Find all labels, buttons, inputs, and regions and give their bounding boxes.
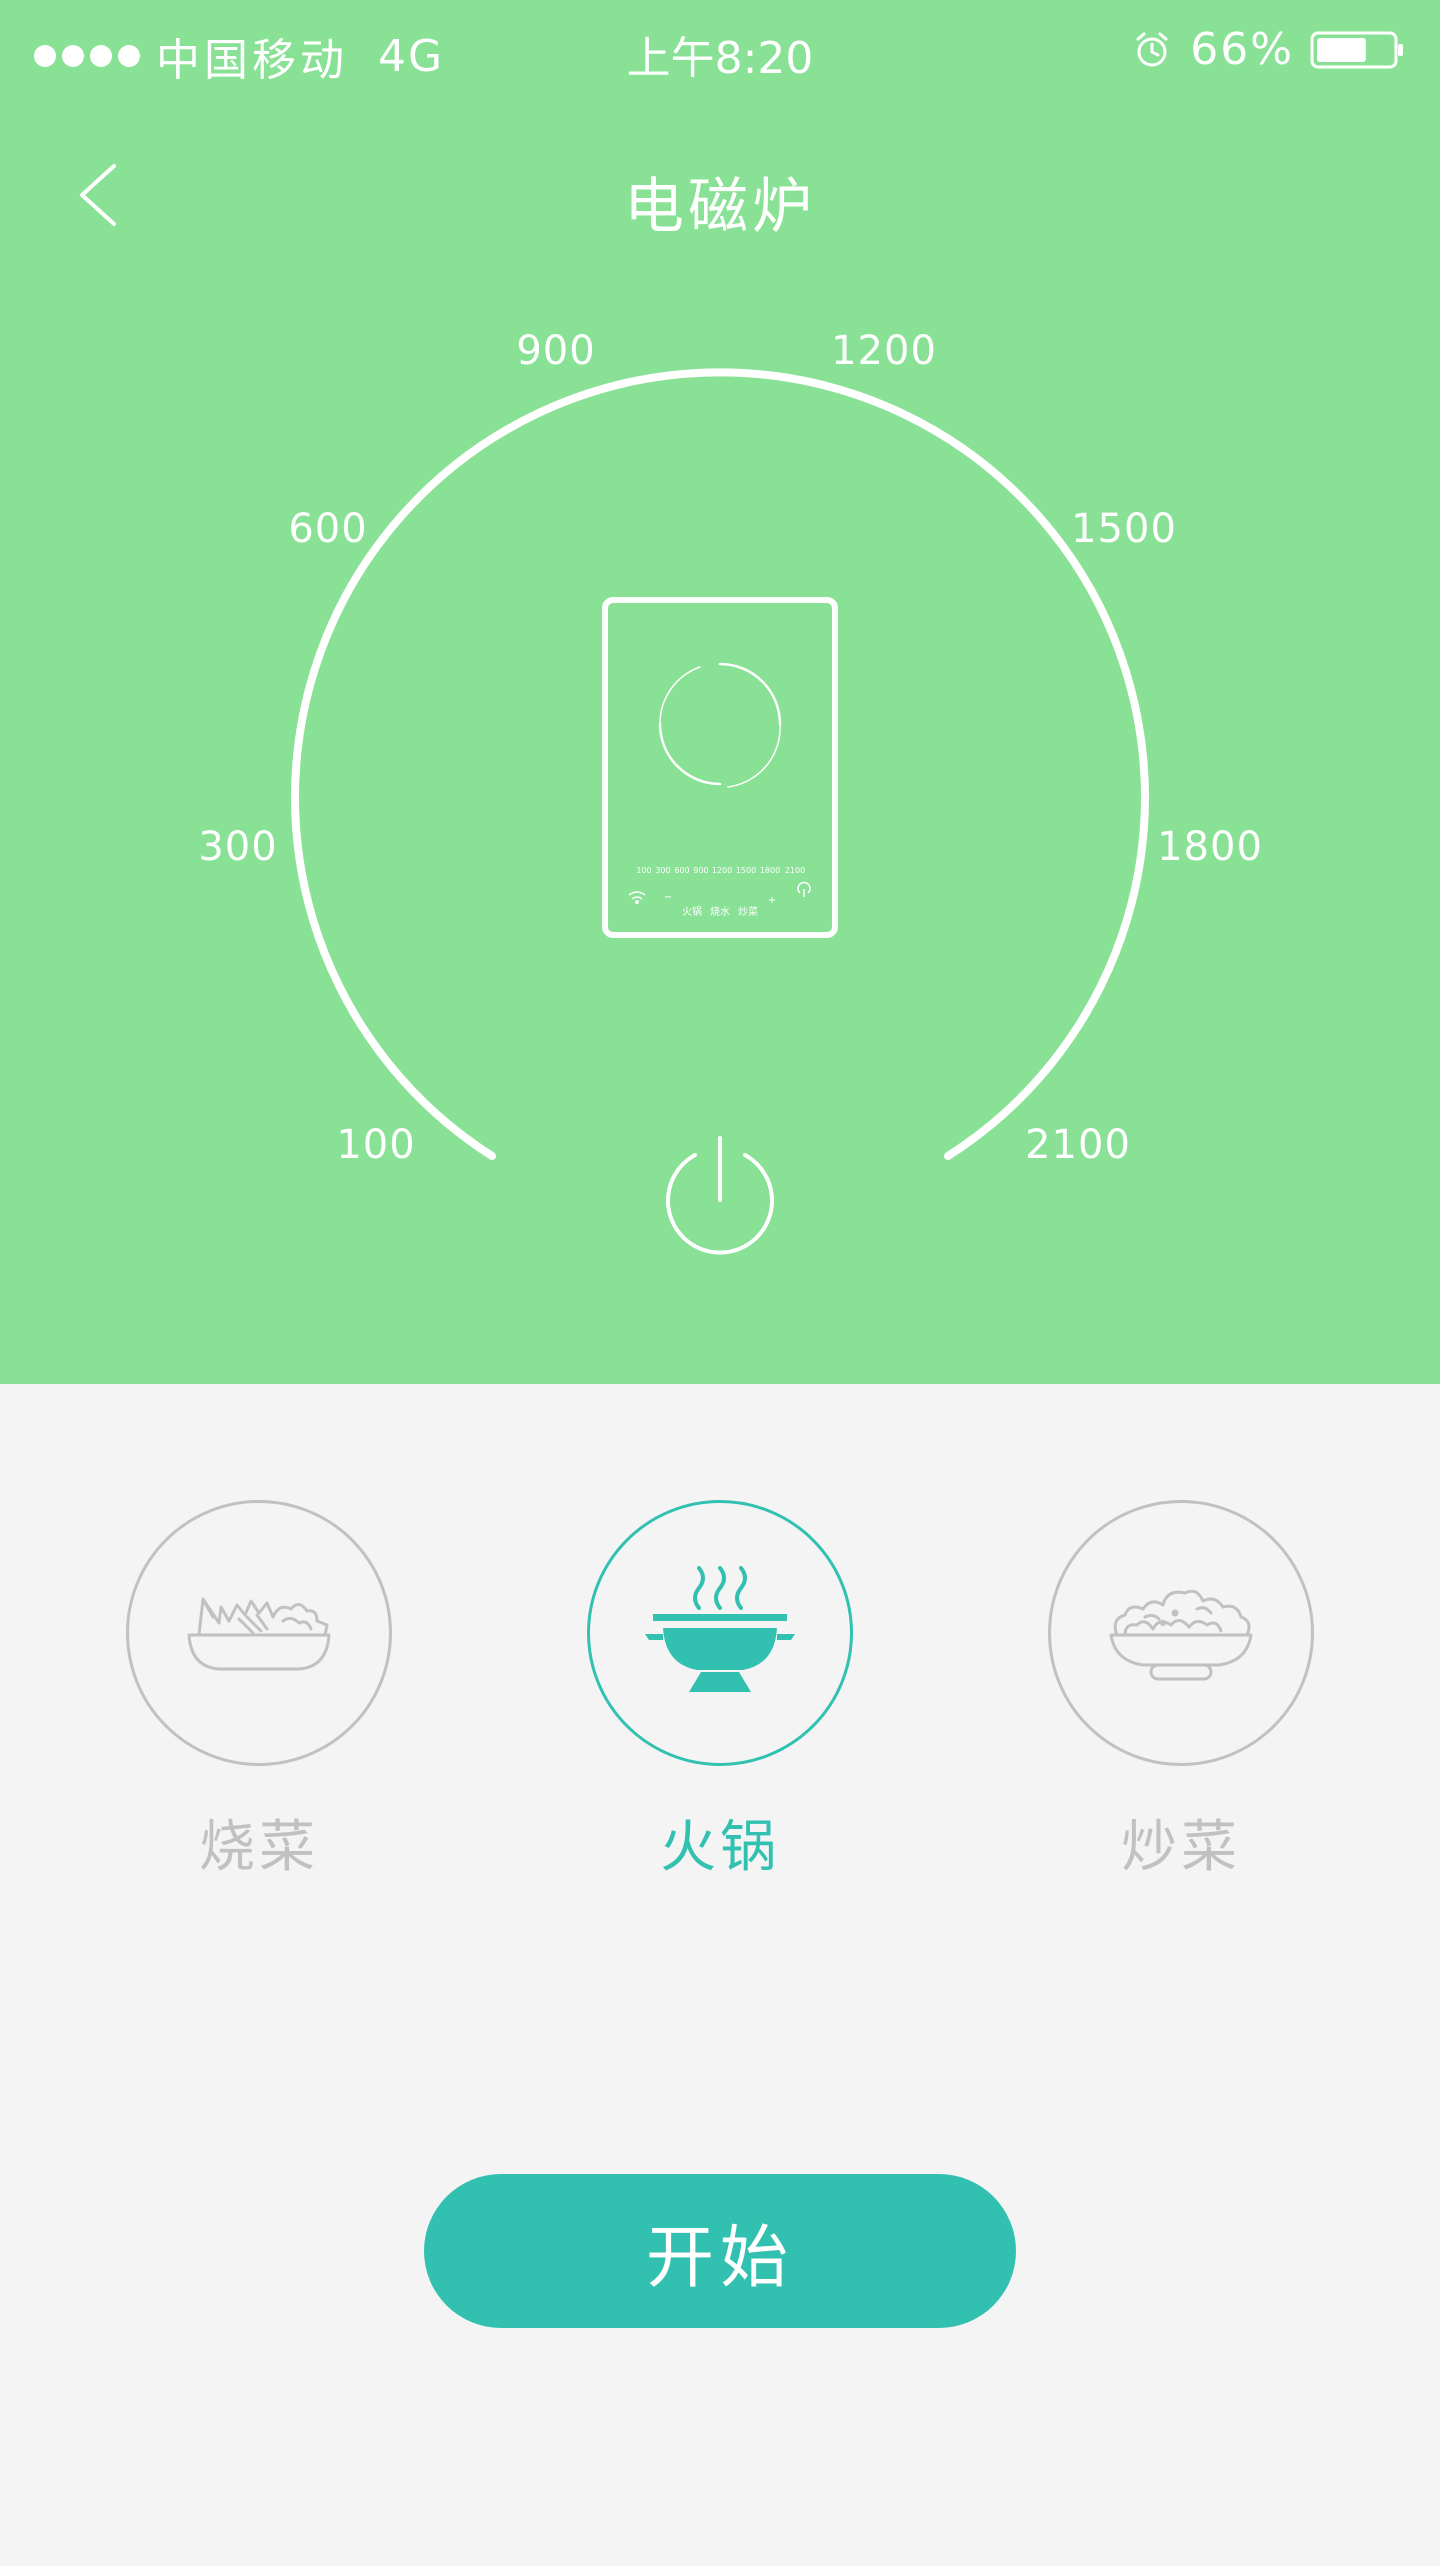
stir-fry-bowl-icon	[1109, 1589, 1253, 1681]
wifi-icon	[628, 891, 646, 904]
power-arc[interactable]	[291, 368, 1149, 1160]
device-scale-2100: 2100	[785, 866, 805, 875]
device-mode-hotpot: 火锅	[682, 906, 702, 918]
device-scale-900: 900	[693, 866, 708, 875]
status-bar: 中国移动 4G 上午8:20 66%	[0, 0, 1440, 100]
tick-label-600[interactable]: 600	[288, 506, 367, 552]
mode-stirfry-circle[interactable]	[1048, 1500, 1314, 1766]
device-plus: +	[768, 895, 776, 906]
device-scale-1500: 1500	[736, 866, 756, 875]
mode-hotpot[interactable]: 火锅	[584, 1500, 856, 1883]
power-button[interactable]	[666, 1136, 774, 1255]
device-mode-boil: 烧水	[710, 905, 730, 918]
device-scale-600: 600	[674, 866, 689, 875]
tick-label-1200[interactable]: 1200	[831, 328, 937, 374]
hotpot-icon	[645, 1566, 795, 1692]
tick-label-300[interactable]: 300	[198, 824, 277, 870]
top-panel: 100 300 600 900 1200 1500 1800 2100 100 …	[0, 0, 1440, 1384]
alarm-icon	[1136, 32, 1168, 66]
device-power-icon	[797, 881, 811, 897]
status-right: 66%	[1132, 24, 1404, 75]
tick-label-900[interactable]: 900	[516, 328, 595, 374]
mode-hotpot-label: 火锅	[660, 1815, 780, 1880]
start-button[interactable]: 开始	[424, 2174, 1016, 2328]
induction-cooker-illustration: 100 300 600 900 1200 1500 1800 2100 − 火锅…	[602, 597, 838, 938]
device-scale-100: 100	[636, 866, 651, 875]
device-mode-stirfry: 炒菜	[738, 906, 758, 918]
device-scale-300: 300	[655, 866, 670, 875]
mode-braise[interactable]: 烧菜	[123, 1500, 395, 1883]
mode-braise-circle[interactable]	[126, 1500, 392, 1766]
tick-label-2100[interactable]: 2100	[1025, 1122, 1131, 1168]
mode-stirfry-label: 炒菜	[1121, 1815, 1241, 1880]
mode-stirfry[interactable]: 炒菜	[1045, 1500, 1317, 1883]
mode-hotpot-circle[interactable]	[587, 1500, 853, 1766]
salad-bowl-icon	[187, 1597, 331, 1671]
page-title: 电磁炉	[624, 172, 816, 242]
device-scale-1200: 1200	[712, 866, 732, 875]
tick-label-100[interactable]: 100	[336, 1122, 415, 1168]
battery-icon	[1310, 31, 1403, 68]
nav-bar: 电磁炉	[0, 140, 1440, 250]
device-minus: −	[664, 892, 672, 903]
tick-label-1800[interactable]: 1800	[1157, 824, 1263, 870]
mode-selector: 烧菜 火锅 炒菜	[0, 1500, 1440, 1900]
battery-percent: 66%	[1190, 24, 1294, 75]
heating-ring-icon	[658, 662, 782, 788]
tick-label-1500[interactable]: 1500	[1071, 506, 1177, 552]
mode-braise-label: 烧菜	[199, 1815, 319, 1880]
device-scale-1800: 1800	[760, 866, 780, 875]
